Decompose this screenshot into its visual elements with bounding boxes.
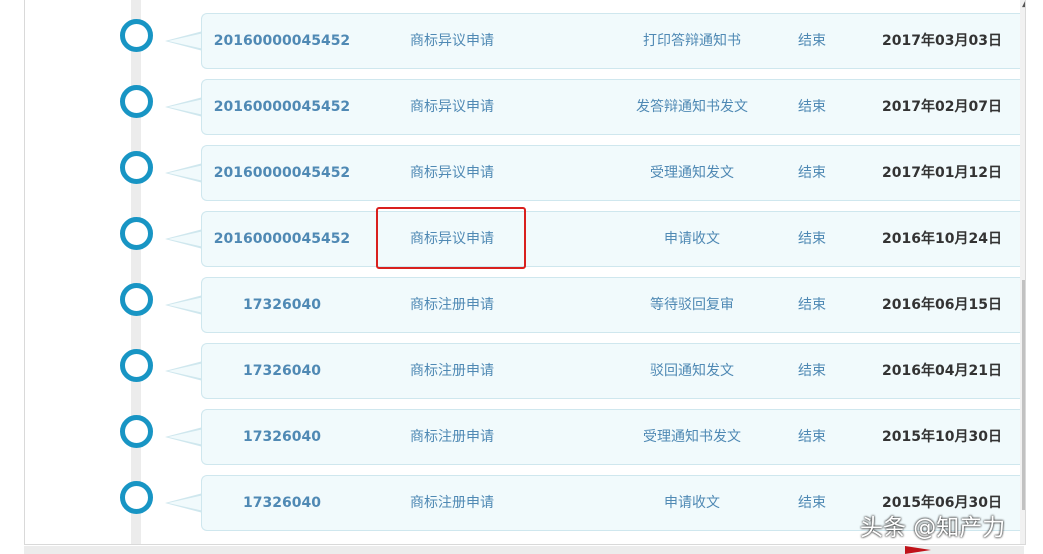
timeline-card[interactable]: 20160000045452 商标异议申请 受理通知发文 结束 2017年01月… — [201, 145, 1022, 201]
application-type: 商标异议申请 — [410, 99, 494, 115]
timeline-row: 17326040 商标注册申请 驳回通知发文 结束 2016年04月21日 — [25, 343, 1025, 399]
watermark: 头条 @知产力 — [860, 515, 1006, 541]
status: 结束 — [798, 99, 826, 115]
bottom-bar — [24, 546, 1024, 554]
application-number[interactable]: 20160000045452 — [202, 212, 362, 266]
timeline-row: 17326040 商标注册申请 等待驳回复审 结束 2016年06月15日 — [25, 277, 1025, 333]
date: 2017年01月12日 — [882, 165, 1002, 181]
date: 2017年03月03日 — [882, 33, 1002, 49]
status: 结束 — [798, 363, 826, 379]
date: 2016年06月15日 — [882, 297, 1002, 313]
application-number[interactable]: 17326040 — [202, 278, 362, 332]
timeline-node-icon — [120, 349, 153, 382]
scrollbar-thumb[interactable] — [1022, 280, 1025, 510]
application-type: 商标异议申请 — [410, 33, 494, 49]
application-type: 商标异议申请 — [410, 165, 494, 181]
application-number[interactable]: 20160000045452 — [202, 146, 362, 200]
timeline-node-icon — [120, 151, 153, 184]
timeline-card[interactable]: 20160000045452 商标异议申请 发答辩通知书发文 结束 2017年0… — [201, 79, 1022, 135]
timeline-card[interactable]: 17326040 商标注册申请 受理通知书发文 结束 2015年10月30日 — [201, 409, 1022, 465]
timeline-row: 20160000045452 商标异议申请 打印答辩通知书 结束 2017年03… — [25, 13, 1025, 69]
date: 2015年10月30日 — [882, 429, 1002, 445]
application-number[interactable]: 17326040 — [202, 476, 362, 530]
timeline-node-icon — [120, 19, 153, 52]
timeline-node-icon — [120, 217, 153, 250]
timeline-card[interactable]: 17326040 商标注册申请 驳回通知发文 结束 2016年04月21日 — [201, 343, 1022, 399]
timeline-card[interactable]: 20160000045452 商标异议申请 打印答辩通知书 结束 2017年03… — [201, 13, 1022, 69]
application-type: 商标注册申请 — [410, 363, 494, 379]
application-number[interactable]: 17326040 — [202, 344, 362, 398]
timeline-node-icon — [120, 415, 153, 448]
scroll-up-arrow-icon[interactable]: ▲ — [1022, 0, 1025, 9]
date: 2016年10月24日 — [882, 231, 1002, 247]
red-highlight-box — [376, 207, 526, 269]
status: 结束 — [798, 495, 826, 511]
application-type: 商标注册申请 — [410, 429, 494, 445]
application-type: 商标注册申请 — [410, 495, 494, 511]
red-flag-icon — [905, 546, 931, 554]
application-number[interactable]: 20160000045452 — [202, 80, 362, 134]
date: 2017年02月07日 — [882, 99, 1002, 115]
application-type: 商标注册申请 — [410, 297, 494, 313]
date: 2016年04月21日 — [882, 363, 1002, 379]
application-number[interactable]: 17326040 — [202, 410, 362, 464]
application-number[interactable]: 20160000045452 — [202, 14, 362, 68]
timeline-node-icon — [120, 481, 153, 514]
timeline-node-icon — [120, 283, 153, 316]
vertical-scrollbar[interactable]: ▲ — [1020, 0, 1025, 544]
timeline-row: 17326040 商标注册申请 受理通知书发文 结束 2015年10月30日 — [25, 409, 1025, 465]
timeline-node-icon — [120, 85, 153, 118]
timeline-row: 20160000045452 商标异议申请 发答辩通知书发文 结束 2017年0… — [25, 79, 1025, 135]
status: 结束 — [798, 429, 826, 445]
timeline-panel: 20160000045452 商标异议申请 打印答辩通知书 结束 2017年03… — [24, 0, 1026, 545]
status: 结束 — [798, 231, 826, 247]
timeline-card[interactable]: 17326040 商标注册申请 等待驳回复审 结束 2016年06月15日 — [201, 277, 1022, 333]
timeline-row: 20160000045452 商标异议申请 受理通知发文 结束 2017年01月… — [25, 145, 1025, 201]
status: 结束 — [798, 165, 826, 181]
timeline-card[interactable]: 20160000045452 商标异议申请 申请收文 结束 2016年10月24… — [201, 211, 1022, 267]
status: 结束 — [798, 297, 826, 313]
status: 结束 — [798, 33, 826, 49]
